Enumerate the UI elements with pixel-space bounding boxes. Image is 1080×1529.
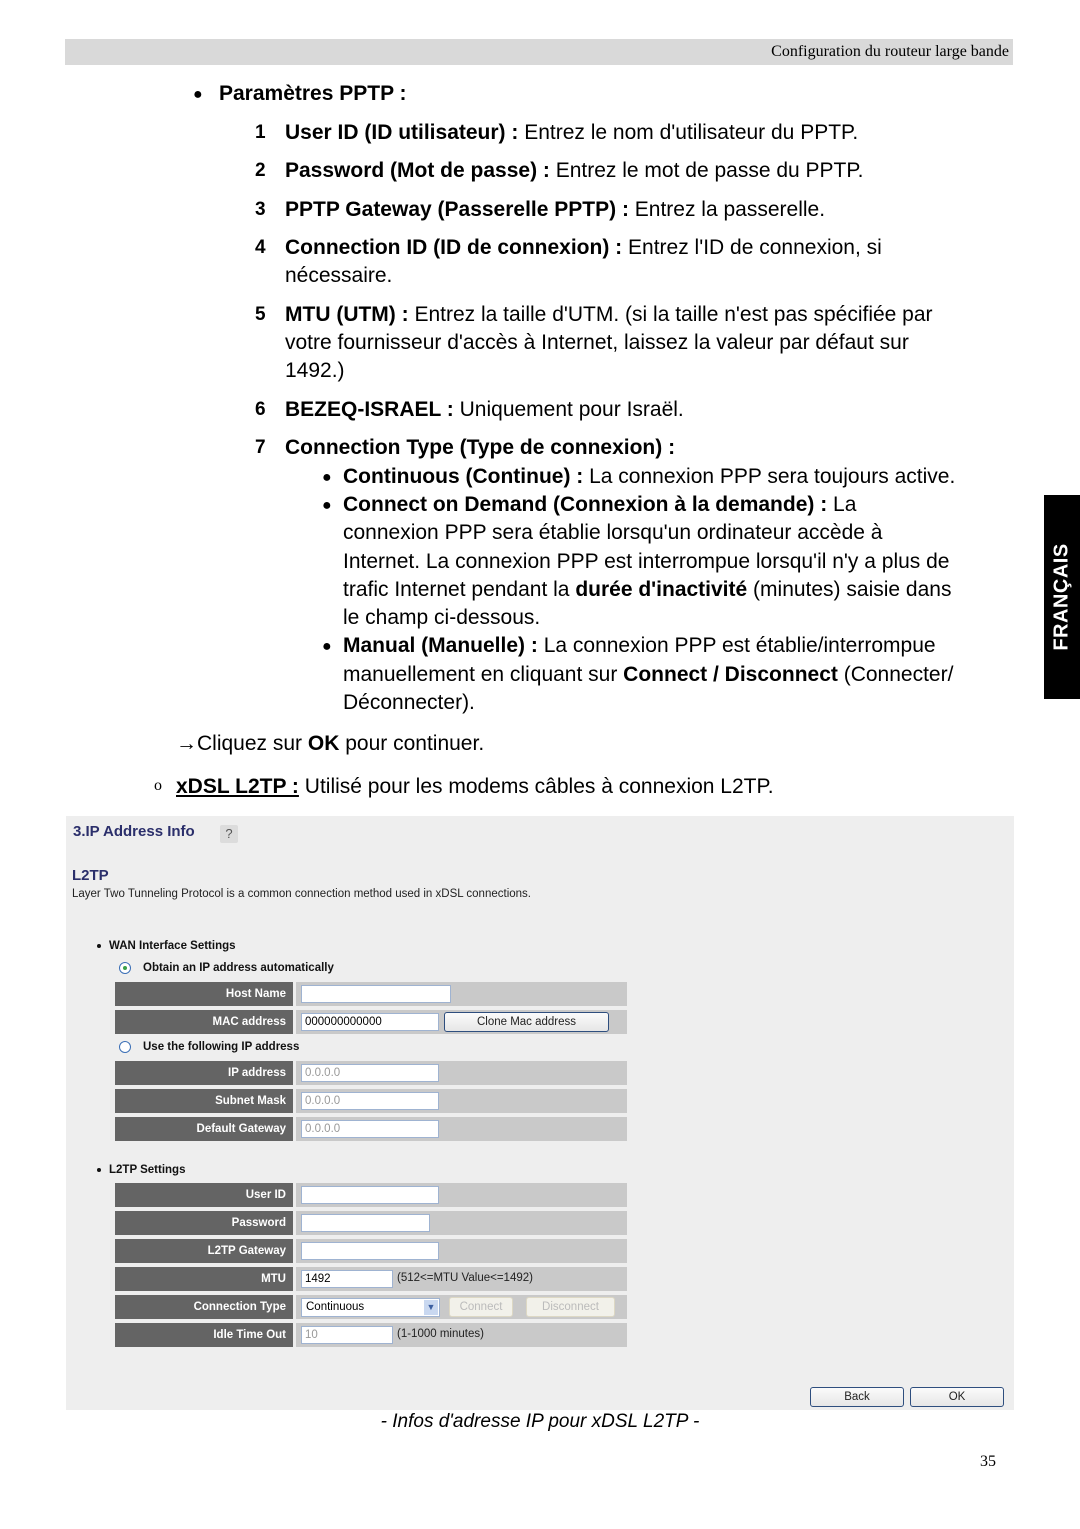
idle-timeout-input[interactable]: 10 (301, 1326, 393, 1344)
host-name-input[interactable] (301, 985, 451, 1003)
ok-button[interactable]: OK (910, 1387, 1004, 1407)
connect-button[interactable]: Connect (449, 1297, 513, 1317)
mac-address-input[interactable]: 000000000000 (301, 1013, 439, 1031)
ip-address-input[interactable]: 0.0.0.0 (301, 1064, 439, 1082)
item-number: 5 (255, 304, 266, 325)
item-term: Connection ID (ID de connexion) : (285, 236, 623, 259)
radio-unselected-icon[interactable] (119, 1041, 131, 1053)
ip-address-label: IP address (115, 1061, 293, 1085)
item-number: 7 (255, 437, 266, 458)
default-gateway-input[interactable]: 0.0.0.0 (301, 1120, 439, 1138)
mtu-input[interactable]: 1492 (301, 1270, 393, 1288)
item-number: 4 (255, 237, 266, 258)
pptp-heading: Paramètres PPTP : (219, 82, 407, 105)
chevron-down-icon[interactable]: ▼ (424, 1300, 438, 1315)
mtu-hint: (512<=MTU Value<=1492) (397, 1272, 533, 1284)
bullet-icon: ● (322, 497, 332, 514)
item-desc: Entrez la passerelle. (628, 198, 826, 221)
figure-caption: - Infos d'adresse IP pour xDSL L2TP - (380, 1411, 700, 1432)
subnet-mask-row: Subnet Mask 0.0.0.0 (115, 1089, 627, 1113)
password-row: Password (115, 1211, 627, 1235)
bullet-icon: ● (322, 469, 332, 486)
idle-timeout-row: Idle Time Out 10 (1-1000 minutes) (115, 1323, 627, 1347)
item-number: 6 (255, 399, 266, 420)
password-input[interactable] (301, 1214, 430, 1232)
l2tp-gateway-row: L2TP Gateway (115, 1239, 627, 1263)
l2tp-section-heading: L2TP Settings (97, 1164, 185, 1176)
panel-description: Layer Two Tunneling Protocol is a common… (72, 888, 531, 900)
continue-instruction: →Cliquez sur OK pour continuer. (176, 732, 485, 755)
subnet-mask-label: Subnet Mask (115, 1089, 293, 1113)
item-term: Connection Type (Type de connexion) : (285, 436, 676, 459)
l2tp-term: xDSL L2TP : (176, 775, 299, 798)
mac-address-label: MAC address (115, 1010, 293, 1034)
connection-type-value: Continuous (306, 1301, 365, 1313)
page-number: 35 (980, 1453, 996, 1470)
host-name-label: Host Name (115, 982, 293, 1006)
item-term: BEZEQ-ISRAEL : (285, 398, 454, 421)
item-desc: Entrez le mot de passe du PPTP. (549, 159, 864, 182)
l2tp-desc: Utilisé pour les modems câbles à connexi… (298, 775, 774, 798)
connection-type-select[interactable]: Continuous ▼ (301, 1298, 440, 1317)
user-id-row: User ID (115, 1183, 627, 1207)
item-number: 2 (255, 160, 266, 181)
item-desc-cont: votre fournisseur d'accès à Internet, la… (285, 331, 909, 354)
bullet-icon: ● (193, 86, 203, 103)
item-desc-cont: 1492.) (285, 359, 345, 382)
clone-mac-button[interactable]: Clone Mac address (444, 1012, 609, 1032)
item-number: 3 (255, 199, 266, 220)
header-title: Configuration du routeur large bande (771, 43, 1009, 60)
connection-type-label: Connection Type (115, 1295, 293, 1319)
item-desc-cont: nécessaire. (285, 264, 393, 287)
password-label: Password (115, 1211, 293, 1235)
subnet-mask-input[interactable]: 0.0.0.0 (301, 1092, 439, 1110)
bullet-icon: ● (322, 638, 332, 655)
user-id-label: User ID (115, 1183, 293, 1207)
item-term: Password (Mot de passe) : (285, 159, 550, 182)
user-id-input[interactable] (301, 1186, 439, 1204)
item-desc: Entrez la taille d'UTM. (si la taille n'… (408, 303, 933, 326)
language-tab-label: FRANÇAIS (1050, 543, 1073, 651)
radio-obtain-auto[interactable]: Obtain an IP address automatically (119, 962, 334, 974)
item-desc: Uniquement pour Israël. (453, 398, 684, 421)
wan-section-heading: WAN Interface Settings (97, 940, 236, 952)
help-icon[interactable]: ? (220, 825, 238, 843)
idle-timeout-hint: (1-1000 minutes) (397, 1328, 484, 1340)
idle-timeout-label: Idle Time Out (115, 1323, 293, 1347)
back-button[interactable]: Back (810, 1387, 904, 1407)
item-term: PPTP Gateway (Passerelle PPTP) : (285, 198, 629, 221)
item-term: MTU (UTM) : (285, 303, 409, 326)
language-tab: FRANÇAIS (1044, 495, 1080, 699)
connection-type-row: Connection Type Continuous ▼ Connect Dis… (115, 1295, 627, 1319)
host-name-row: Host Name (115, 982, 627, 1006)
item-number: 1 (255, 122, 266, 143)
mtu-label: MTU (115, 1267, 293, 1291)
panel-subtitle: L2TP (72, 867, 109, 884)
conn-type-continuous: Continuous (Continue) : La connexion PPP… (343, 465, 956, 488)
router-config-panel: 3.IP Address Info ? L2TP Layer Two Tunne… (66, 816, 1014, 1410)
mtu-row: MTU 1492 (512<=MTU Value<=1492) (115, 1267, 627, 1291)
item-desc: Entrez le nom d'utilisateur du PPTP. (518, 121, 859, 144)
panel-title: 3.IP Address Info (73, 823, 195, 840)
l2tp-gateway-input[interactable] (301, 1242, 439, 1260)
item-desc: Entrez l'ID de connexion, si (622, 236, 882, 259)
default-gateway-row: Default Gateway 0.0.0.0 (115, 1117, 627, 1141)
ip-address-row: IP address 0.0.0.0 (115, 1061, 627, 1085)
l2tp-gateway-label: L2TP Gateway (115, 1239, 293, 1263)
list-marker: o (154, 777, 162, 794)
radio-use-following[interactable]: Use the following IP address (119, 1041, 299, 1053)
default-gateway-label: Default Gateway (115, 1117, 293, 1141)
item-term: User ID (ID utilisateur) : (285, 121, 519, 144)
disconnect-button[interactable]: Disconnect (526, 1297, 615, 1317)
mac-address-row: MAC address 000000000000 Clone Mac addre… (115, 1010, 627, 1034)
page-header: Configuration du routeur large bande (65, 39, 1013, 65)
radio-selected-icon[interactable] (119, 962, 131, 974)
